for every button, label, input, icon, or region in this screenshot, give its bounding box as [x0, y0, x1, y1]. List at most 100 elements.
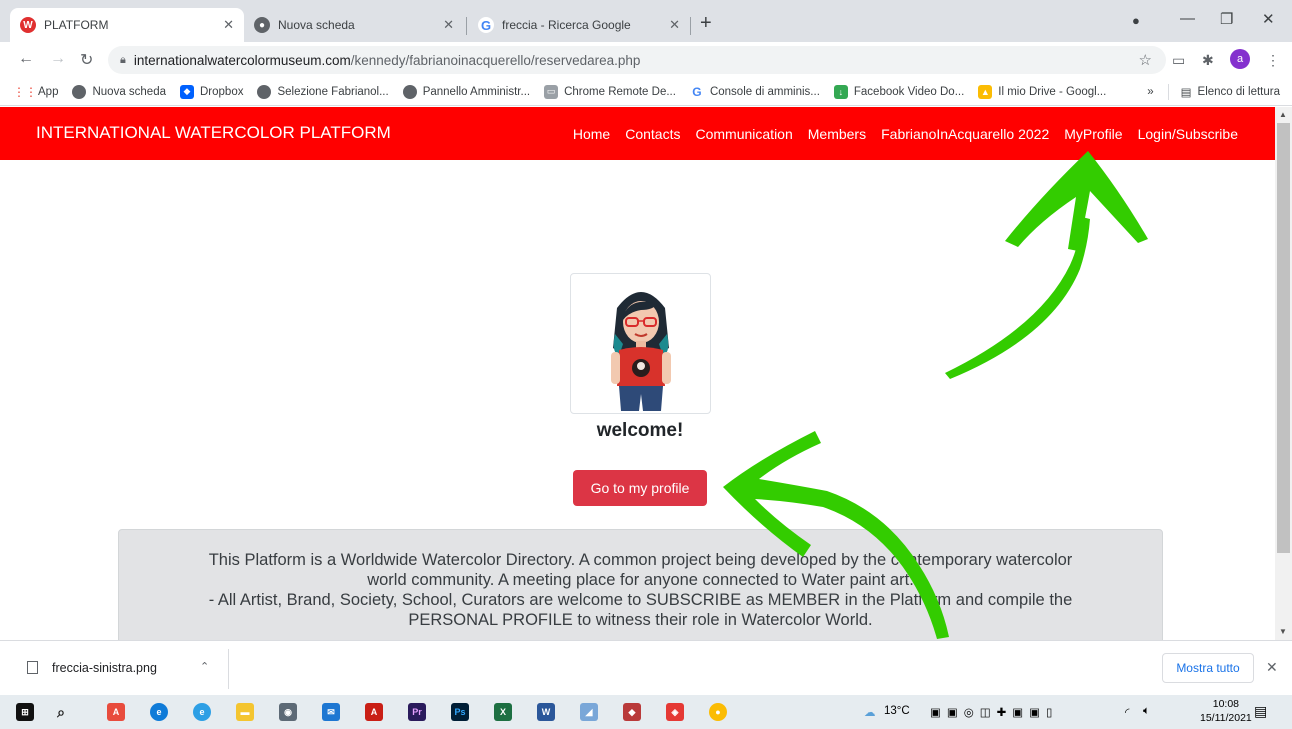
close-tab-icon[interactable]: ✕ [223, 17, 234, 33]
show-all-downloads-button[interactable]: Mostra tutto [1162, 653, 1254, 683]
bookmark-remote-desktop[interactable]: ▭ Chrome Remote De... [544, 84, 676, 99]
tab-search-icon[interactable]: ● [1132, 13, 1140, 28]
bookmarks-bar: ⋮⋮ App Nuova scheda ◆ Dropbox Selezione … [0, 78, 1292, 106]
bookmark-console[interactable]: G Console di amminis... [689, 84, 820, 99]
shelf-separator [228, 649, 229, 689]
photoshop-icon[interactable]: Ps [451, 703, 469, 721]
adobe-reader-icon[interactable]: A [365, 703, 383, 721]
nav-members[interactable]: Members [808, 126, 866, 142]
file-explorer-icon[interactable]: ▬ [236, 703, 254, 721]
cast-icon[interactable]: ▭ [1172, 52, 1185, 69]
scroll-up-icon[interactable]: ▲ [1279, 110, 1287, 119]
reading-list-button[interactable]: Elenco di lettura [1198, 86, 1280, 98]
info-line: This Platform is a Worldwide Watercolor … [208, 551, 1073, 569]
bookmark-star-icon[interactable]: ☆ [1139, 51, 1152, 69]
site-nav-links: Home Contacts Communication Members Fabr… [573, 126, 1238, 142]
close-tab-icon[interactable]: ✕ [669, 17, 680, 33]
nav-home[interactable]: Home [573, 126, 610, 142]
close-window-icon[interactable]: ✕ [1262, 10, 1275, 28]
extensions-icon[interactable]: ✱ [1202, 52, 1214, 69]
info-line: PERSONAL PROFILE to witness their role i… [408, 611, 873, 629]
premiere-icon[interactable]: Pr [408, 703, 426, 721]
profile-avatar-image [570, 273, 711, 414]
bookmark-label: Nuova scheda [92, 85, 166, 98]
weather-icon: ☁ [864, 707, 876, 719]
bookmark-selezione[interactable]: Selezione Fabrianol... [257, 84, 389, 99]
close-shelf-icon[interactable]: ✕ [1266, 659, 1278, 676]
new-tab-button[interactable]: + [700, 13, 712, 33]
bookmark-pannello[interactable]: Pannello Amministr... [402, 84, 530, 99]
profile-avatar-icon[interactable]: a [1230, 49, 1250, 69]
anydesk-icon[interactable]: ◈ [666, 703, 684, 721]
tab-new[interactable]: ● Nuova scheda ✕ [244, 8, 464, 42]
temperature-text[interactable]: 13°C [884, 705, 910, 717]
bookmark-dropbox[interactable]: ◆ Dropbox [180, 84, 243, 99]
close-tab-icon[interactable]: ✕ [443, 17, 454, 33]
reading-list-icon: ▤ [1180, 87, 1192, 99]
restore-icon[interactable]: ❐ [1220, 10, 1233, 28]
system-tray-icons[interactable]: ▣▣◎◫✚▣▣▯ [930, 705, 1058, 719]
excel-icon[interactable]: X [494, 703, 512, 721]
go-to-profile-button[interactable]: Go to my profile [573, 470, 707, 506]
download-file-name[interactable]: freccia-sinistra.png [52, 661, 157, 675]
green-arrow-up-annotation [945, 151, 1148, 379]
nav-login[interactable]: Login/Subscribe [1138, 126, 1238, 142]
bookmark-facebook-video[interactable]: ↓ Facebook Video Do... [833, 84, 965, 99]
search-icon[interactable]: ⌕ [52, 703, 70, 721]
tab-platform[interactable]: W PLATFORM ✕ [10, 8, 244, 42]
internet-explorer-icon[interactable]: e [193, 703, 211, 721]
minimize-icon[interactable]: — [1180, 10, 1195, 27]
notifications-icon[interactable]: ▤ [1254, 703, 1267, 720]
platform-info-box: This Platform is a Worldwide Watercolor … [118, 529, 1163, 640]
bookmark-label: Console di amminis... [709, 85, 820, 98]
apps-grid-icon: ⋮⋮ [13, 84, 37, 99]
google-icon: G [689, 84, 704, 99]
wallpaper-app-icon[interactable]: ◢ [580, 703, 598, 721]
acrobat-icon[interactable]: A [107, 703, 125, 721]
nav-myprofile[interactable]: MyProfile [1064, 126, 1122, 142]
dropbox-icon: ◆ [180, 84, 194, 99]
bookmark-nuova-scheda[interactable]: Nuova scheda [72, 84, 166, 99]
nav-contacts[interactable]: Contacts [625, 126, 680, 142]
page-scrollbar[interactable]: ▲ ▼ [1275, 107, 1292, 640]
bookmark-app[interactable]: ⋮⋮ App [13, 84, 58, 99]
back-icon[interactable]: ← [18, 50, 34, 68]
volume-icon[interactable]: 🔈︎ [1143, 705, 1150, 718]
scroll-down-icon[interactable]: ▼ [1279, 627, 1287, 636]
drive-icon: ▲ [978, 84, 993, 99]
wifi-icon[interactable]: ◜ [1125, 705, 1129, 719]
nav-communication[interactable]: Communication [695, 126, 792, 142]
app-icon[interactable]: ◆ [623, 703, 641, 721]
bookmark-label: Facebook Video Do... [853, 85, 965, 98]
tab-google-search[interactable]: G freccia - Ricerca Google ✕ [468, 8, 690, 42]
forward-icon[interactable]: → [50, 50, 66, 68]
chrome-taskbar-icon[interactable]: ● [709, 703, 727, 721]
globe-icon [72, 84, 87, 99]
chevron-up-icon[interactable]: ⌃ [200, 660, 209, 673]
tab-title: freccia - Ricerca Google [502, 18, 631, 32]
bookmark-drive[interactable]: ▲ Il mio Drive - Googl... [978, 84, 1106, 99]
bookmarks-separator [1167, 84, 1169, 100]
system-clock[interactable]: 10:08 15/11/2021 [1200, 697, 1252, 725]
mail-icon[interactable]: ✉ [322, 703, 340, 721]
remote-desktop-icon: ▭ [544, 84, 559, 99]
camera-icon[interactable]: ◉ [279, 703, 297, 721]
scrollbar-thumb[interactable] [1277, 123, 1290, 553]
edge-icon[interactable]: e [150, 703, 168, 721]
word-icon[interactable]: W [537, 703, 555, 721]
browser-tabstrip: W PLATFORM ✕ ● Nuova scheda ✕ G freccia … [0, 0, 1292, 42]
menu-dots-icon[interactable]: ⋮ [1266, 52, 1280, 69]
globe-icon [257, 84, 272, 99]
file-icon [27, 661, 38, 674]
url-host: internationalwatercolormuseum.com [133, 52, 351, 68]
bookmark-label: Selezione Fabrianol... [277, 85, 389, 98]
nav-fabriano[interactable]: FabrianoInAcquarello 2022 [881, 126, 1049, 142]
site-brand[interactable]: INTERNATIONAL WATERCOLOR PLATFORM [36, 123, 391, 143]
address-bar[interactable]: 🔒︎ internationalwatercolormuseum.com/ken… [108, 46, 1166, 74]
windows-start-icon[interactable]: ⊞ [16, 703, 34, 721]
bookmarks-more-button[interactable]: » [1147, 86, 1153, 98]
welcome-heading: welcome! [596, 420, 684, 441]
browser-toolbar: ← → ↻ 🔒︎ internationalwatercolormuseum.c… [0, 42, 1292, 78]
download-shelf: freccia-sinistra.png ⌃ Mostra tutto ✕ [0, 640, 1292, 695]
reload-icon[interactable]: ↻ [80, 50, 93, 70]
